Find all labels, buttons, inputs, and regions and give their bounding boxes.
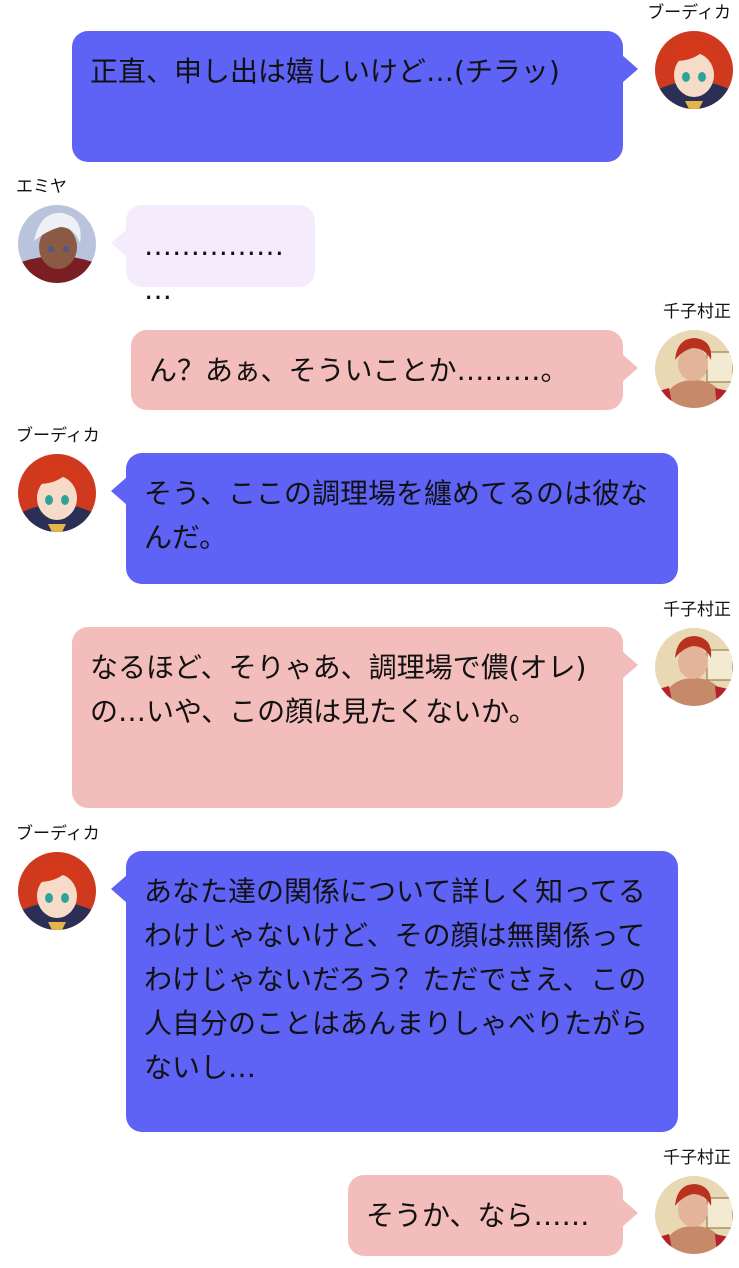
speaker-name: 千子村正 bbox=[663, 302, 731, 322]
message-bubble: そうか、なら…… bbox=[348, 1175, 638, 1256]
muramasa-portrait-icon bbox=[655, 628, 733, 706]
boudica-portrait-icon bbox=[18, 852, 96, 930]
speaker-name: ブーディカ bbox=[16, 426, 100, 446]
muramasa-avatar[interactable] bbox=[655, 628, 733, 706]
muramasa-avatar[interactable] bbox=[655, 1176, 733, 1254]
message-bubble: 正直、申し出は嬉しいけど…(チラッ) bbox=[72, 31, 638, 162]
muramasa-portrait-icon bbox=[655, 1176, 733, 1254]
speaker-name: 千子村正 bbox=[663, 600, 731, 620]
muramasa-avatar[interactable] bbox=[655, 330, 733, 408]
message-bubble: ……………… bbox=[111, 205, 315, 306]
speaker-name: ブーディカ bbox=[16, 824, 100, 844]
boudica-portrait-icon bbox=[18, 454, 96, 532]
chat-log: ブーディカ 正直、申し出は嬉しいけど…(チラッ) エミヤ ……………… 千子村正… bbox=[0, 0, 739, 1268]
emiya-avatar[interactable] bbox=[18, 205, 96, 283]
speaker-name: 千子村正 bbox=[663, 1148, 731, 1168]
boudica-avatar[interactable] bbox=[18, 454, 96, 532]
boudica-avatar[interactable] bbox=[18, 852, 96, 930]
speaker-name: ブーディカ bbox=[647, 3, 731, 23]
emiya-portrait-icon bbox=[18, 205, 96, 283]
message-bubble: なるほど、そりゃあ、調理場で儂(オレ)の…いや、この顔は見たくないか。 bbox=[72, 627, 638, 808]
muramasa-portrait-icon bbox=[655, 330, 733, 408]
speaker-name: エミヤ bbox=[16, 177, 67, 197]
boudica-portrait-icon bbox=[655, 31, 733, 109]
message-bubble: そう、ここの調理場を纏めてるのは彼なんだ。 bbox=[111, 453, 678, 584]
boudica-avatar[interactable] bbox=[655, 31, 733, 109]
message-bubble: あなた達の関係について詳しく知ってるわけじゃないけど、その顔は無関係ってわけじゃ… bbox=[111, 851, 678, 1132]
message-bubble: ん？あぁ、そういことか………。 bbox=[131, 330, 638, 410]
